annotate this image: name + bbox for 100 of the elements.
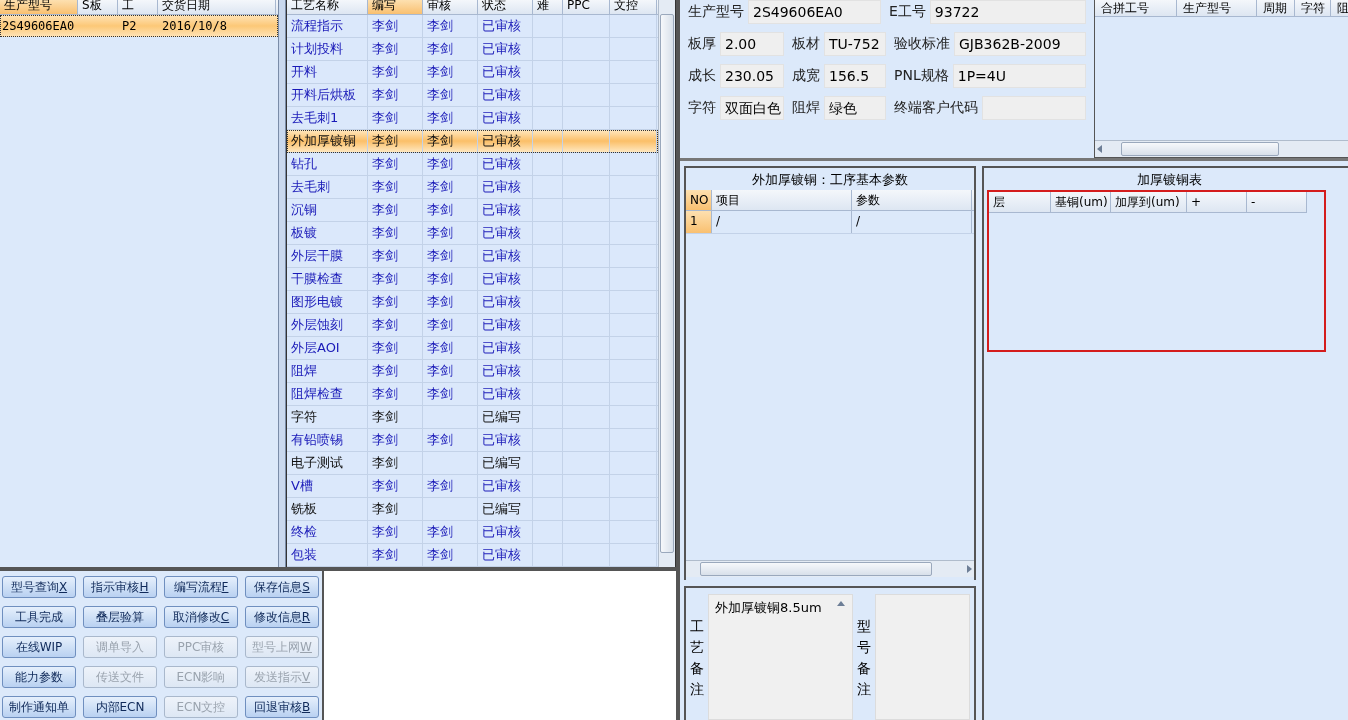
process-row[interactable]: 外层蚀刻 李剑 李剑 已审核	[286, 314, 658, 337]
column-header[interactable]: 层	[989, 192, 1051, 212]
column-header[interactable]: 生产型号	[1177, 0, 1257, 16]
text-field[interactable]: 230.05	[720, 64, 784, 88]
action-button[interactable]: 取消修改C	[164, 606, 238, 628]
scroll-up-icon[interactable]	[835, 599, 846, 609]
process-row[interactable]: V槽 李剑 李剑 已审核	[286, 475, 658, 498]
table-cell: 李剑	[422, 291, 478, 313]
action-button[interactable]: 回退审核B	[245, 696, 319, 718]
column-header[interactable]: 基铜(um)	[1051, 192, 1111, 212]
process-row[interactable]: 沉铜 李剑 李剑 已审核	[286, 199, 658, 222]
text-field[interactable]: 2.00	[720, 32, 784, 56]
table-cell: 李剑	[367, 38, 423, 60]
table-cell-text: 2S49606EA0	[1, 19, 76, 33]
text-field[interactable]: 绿色	[824, 96, 886, 120]
scrollbar[interactable]	[686, 560, 974, 577]
text-field[interactable]: 双面白色	[720, 96, 784, 120]
process-row[interactable]: 开料 李剑 李剑 已审核	[286, 61, 658, 84]
table-cell: 干膜检查	[286, 268, 368, 290]
splitter[interactable]	[279, 0, 286, 567]
table-cell: 李剑	[422, 360, 478, 382]
action-button[interactable]: 制作通知单	[2, 696, 76, 718]
action-button[interactable]: 能力参数	[2, 666, 76, 688]
remark-field[interactable]: 外加厚镀铜8.5um	[708, 594, 853, 720]
text-field[interactable]: 93722	[929, 0, 1086, 24]
action-button[interactable]: 指示审核H	[83, 576, 157, 598]
action-button[interactable]: 在线WIP	[2, 636, 76, 658]
process-row[interactable]: 开料后烘板 李剑 李剑 已审核	[286, 84, 658, 107]
process-row[interactable]: 干膜检查 李剑 李剑 已审核	[286, 268, 658, 291]
column-header[interactable]: 合拼工号	[1095, 0, 1177, 16]
remark-field[interactable]	[874, 594, 970, 720]
table-cell: /	[712, 211, 852, 233]
text-field[interactable]: 1P=4U	[952, 64, 1086, 88]
table-cell: 计划投料	[286, 38, 368, 60]
process-row[interactable]: 包装 李剑 李剑 已审核	[286, 544, 658, 567]
table-cell: 已审核	[477, 521, 533, 543]
text-field[interactable]: 2S49606EA0	[748, 0, 881, 24]
column-header[interactable]: 难	[532, 0, 563, 14]
table-cell: 已编写	[477, 406, 533, 428]
action-button[interactable]: 编写流程F	[164, 576, 238, 598]
process-row[interactable]: 阻焊 李剑 李剑 已审核	[286, 360, 658, 383]
column-header[interactable]: 加厚到(um)	[1111, 192, 1187, 212]
field-label: E工号	[889, 3, 926, 21]
table-cell: 李剑	[367, 521, 423, 543]
column-header[interactable]: 工艺名称	[286, 0, 368, 14]
text-field[interactable]: GJB362B-2009	[954, 32, 1086, 56]
process-row[interactable]: 终检 李剑 李剑 已审核	[286, 521, 658, 544]
process-row[interactable]: 铣板 李剑 已编写	[286, 498, 658, 521]
action-button[interactable]: 修改信息R	[245, 606, 319, 628]
table-cell: 已审核	[477, 314, 533, 336]
action-button[interactable]: 工具完成	[2, 606, 76, 628]
process-row[interactable]: 流程指示 李剑 李剑 已审核	[286, 15, 658, 38]
column-header[interactable]: 周期	[1257, 0, 1295, 16]
process-row[interactable]: 计划投料 李剑 李剑 已审核	[286, 38, 658, 61]
scroll-left-icon[interactable]	[1095, 144, 1105, 154]
column-header[interactable]: -	[1247, 192, 1307, 212]
text-field[interactable]: 156.5	[824, 64, 886, 88]
table-cell: 字符	[286, 406, 368, 428]
process-row[interactable]: 去毛刺1 李剑 李剑 已审核	[286, 107, 658, 130]
table-cell: 李剑	[367, 15, 423, 37]
table-cell: 已审核	[477, 107, 533, 129]
column-header[interactable]: S板	[78, 0, 118, 14]
action-button[interactable]: 保存信息S	[245, 576, 319, 598]
table-cell: 李剑	[422, 84, 478, 106]
table-cell: 已审核	[477, 176, 533, 198]
process-row[interactable]: 外层AOI 李剑 李剑 已审核	[286, 337, 658, 360]
process-row[interactable]: 有铅喷锡 李剑 李剑 已审核	[286, 429, 658, 452]
table-cell: 已审核	[477, 130, 533, 152]
text-field[interactable]: TU-752	[824, 32, 886, 56]
process-row[interactable]: 电子测试 李剑 已编写	[286, 452, 658, 475]
column-header[interactable]: 阻	[1331, 0, 1348, 16]
process-row[interactable]: 外层干膜 李剑 李剑 已审核	[286, 245, 658, 268]
column-header[interactable]: 项目	[712, 190, 852, 210]
column-header[interactable]: 参数	[852, 190, 972, 210]
process-row[interactable]: 外加厚镀铜 李剑 李剑 已审核	[286, 130, 658, 153]
process-row[interactable]: 板镀 李剑 李剑 已审核	[286, 222, 658, 245]
process-row[interactable]: 去毛刺 李剑 李剑 已审核	[286, 176, 658, 199]
field-label: 成宽	[792, 67, 820, 85]
table-cell: 铣板	[286, 498, 368, 520]
order-row[interactable]: 2S49606EA0 P2 2016/10/8	[0, 15, 278, 37]
process-row[interactable]: 字符 李剑 已编写	[286, 406, 658, 429]
process-row[interactable]: 图形电镀 李剑 李剑 已审核	[286, 291, 658, 314]
action-button[interactable]: 型号查询X	[2, 576, 76, 598]
column-header[interactable]: 工	[118, 0, 158, 14]
column-header[interactable]: NO	[686, 190, 712, 210]
column-header[interactable]: 字符	[1295, 0, 1331, 16]
column-header[interactable]: +	[1187, 192, 1247, 212]
scroll-right-icon[interactable]	[964, 564, 974, 574]
text-field[interactable]	[982, 96, 1086, 120]
action-button[interactable]: 内部ECN	[83, 696, 157, 718]
action-button[interactable]: 叠层验算	[83, 606, 157, 628]
table-cell: 已审核	[477, 222, 533, 244]
scrollbar[interactable]	[1095, 140, 1348, 157]
scrollbar[interactable]	[658, 0, 675, 567]
process-row[interactable]: 阻焊检查 李剑 李剑 已审核	[286, 383, 658, 406]
process-row[interactable]: 钻孔 李剑 李剑 已审核	[286, 153, 658, 176]
table-cell: 李剑	[367, 406, 423, 428]
table-cell: 李剑	[367, 498, 423, 520]
table-cell: 已编写	[477, 452, 533, 474]
column-header[interactable]: PPC	[562, 0, 610, 14]
